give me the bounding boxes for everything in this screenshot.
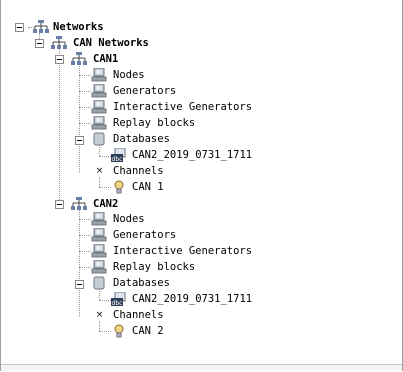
tree-line <box>99 187 111 188</box>
tree-line <box>99 331 111 332</box>
tree-line <box>99 289 100 300</box>
tree-item-interactive-generators[interactable]: Interactive Generators <box>113 100 252 114</box>
collapse-databases-toggle[interactable] <box>75 280 84 289</box>
network-icon <box>71 197 87 210</box>
collapse-channels-toggle[interactable]: × <box>95 311 104 320</box>
tree-item-database-file[interactable]: CAN2_2019_0731_1711 <box>132 292 252 306</box>
collapse-databases-toggle[interactable] <box>75 136 84 145</box>
computer-icon <box>91 84 107 98</box>
database-icon <box>93 276 105 290</box>
computer-icon <box>91 244 107 258</box>
tree-item-nodes[interactable]: Nodes <box>113 68 145 82</box>
network-icon <box>71 52 87 65</box>
network-icon <box>33 20 49 33</box>
tree-line <box>99 156 111 157</box>
svg-text:dbc: dbc <box>112 300 123 306</box>
tree-line <box>79 66 80 173</box>
tree-item-generators[interactable]: Generators <box>113 84 176 98</box>
dbc-file-icon: dbc <box>111 292 126 306</box>
network-tree-panel: Networks CAN Networks CAN1 Nodes Generat… <box>0 0 403 371</box>
tree-item-databases[interactable]: Databases <box>113 132 170 146</box>
tree-line <box>79 91 91 92</box>
computer-icon <box>91 212 107 226</box>
tree-line <box>99 321 100 331</box>
tree-line <box>99 300 111 301</box>
tree-item-database-file[interactable]: CAN2_2019_0731_1711 <box>132 148 252 162</box>
tree-item-nodes[interactable]: Nodes <box>113 212 145 226</box>
tree-item-can1-channel[interactable]: CAN 1 <box>132 180 164 194</box>
tree-line <box>79 251 91 252</box>
collapse-channels-toggle[interactable]: × <box>95 167 104 176</box>
svg-text:dbc: dbc <box>112 156 123 162</box>
database-icon <box>93 132 105 146</box>
can-channel-icon <box>114 324 124 338</box>
tree-item-channels[interactable]: Channels <box>113 308 164 322</box>
computer-icon <box>91 228 107 242</box>
collapse-can1-toggle[interactable] <box>55 55 64 64</box>
tree-line <box>99 177 100 187</box>
collapse-can-networks-toggle[interactable] <box>35 39 44 48</box>
tree-item-can2[interactable]: CAN2 <box>93 197 118 211</box>
bottom-edge <box>1 364 402 371</box>
tree-item-can2-channel[interactable]: CAN 2 <box>132 324 164 338</box>
tree-line <box>79 210 80 317</box>
tree-line <box>59 49 60 204</box>
computer-icon <box>91 260 107 274</box>
tree-line <box>79 235 91 236</box>
tree-item-interactive-generators[interactable]: Interactive Generators <box>113 244 252 258</box>
computer-icon <box>91 116 107 130</box>
tree-item-channels[interactable]: Channels <box>113 164 164 178</box>
tree-item-replay-blocks[interactable]: Replay blocks <box>113 116 195 130</box>
network-icon <box>51 36 67 49</box>
tree-item-can-networks[interactable]: CAN Networks <box>73 36 149 50</box>
tree-item-replay-blocks[interactable]: Replay blocks <box>113 260 195 274</box>
tree-item-databases[interactable]: Databases <box>113 276 170 290</box>
collapse-can2-toggle[interactable] <box>55 200 64 209</box>
computer-icon <box>91 68 107 82</box>
tree-line <box>79 75 91 76</box>
tree-line <box>79 107 91 108</box>
tree-item-networks[interactable]: Networks <box>53 20 104 34</box>
tree-line <box>79 267 91 268</box>
tree-line <box>79 123 91 124</box>
tree-line <box>79 219 91 220</box>
tree-item-can1[interactable]: CAN1 <box>93 52 118 66</box>
computer-icon <box>91 100 107 114</box>
can-channel-icon <box>114 180 124 194</box>
tree-item-generators[interactable]: Generators <box>113 228 176 242</box>
dbc-file-icon: dbc <box>111 148 126 162</box>
collapse-networks-toggle[interactable] <box>15 23 24 32</box>
